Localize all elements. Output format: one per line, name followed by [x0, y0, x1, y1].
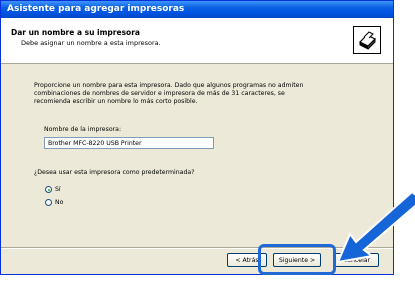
radio-no[interactable]: No	[45, 199, 63, 206]
wizard-header: Dar un nombre a su impresora Debe asigna…	[1, 18, 393, 64]
pointer-arrow-icon	[336, 190, 415, 264]
printer-icon	[353, 26, 381, 54]
printer-name-input[interactable]: Brother MFC-8220 USB Printer	[44, 137, 214, 149]
printer-name-label: Nombre de la impresora:	[44, 126, 122, 133]
window-title: Asistente para agregar impresoras	[1, 1, 393, 18]
radio-no-button[interactable]	[45, 199, 52, 206]
intro-text: Proporcione un nombre para esta impresor…	[34, 82, 304, 105]
radio-yes-button[interactable]	[45, 186, 52, 193]
page-title: Dar un nombre a su impresora	[11, 28, 140, 37]
default-printer-question: ¿Desea usar esta impresora como predeter…	[34, 169, 195, 176]
radio-no-label: No	[55, 199, 64, 206]
radio-yes[interactable]: Sí	[45, 186, 61, 193]
next-button-highlight	[258, 244, 336, 275]
page-subtitle: Debe asignar un nombre a esta impresora.	[21, 39, 161, 47]
radio-yes-label: Sí	[55, 186, 61, 193]
